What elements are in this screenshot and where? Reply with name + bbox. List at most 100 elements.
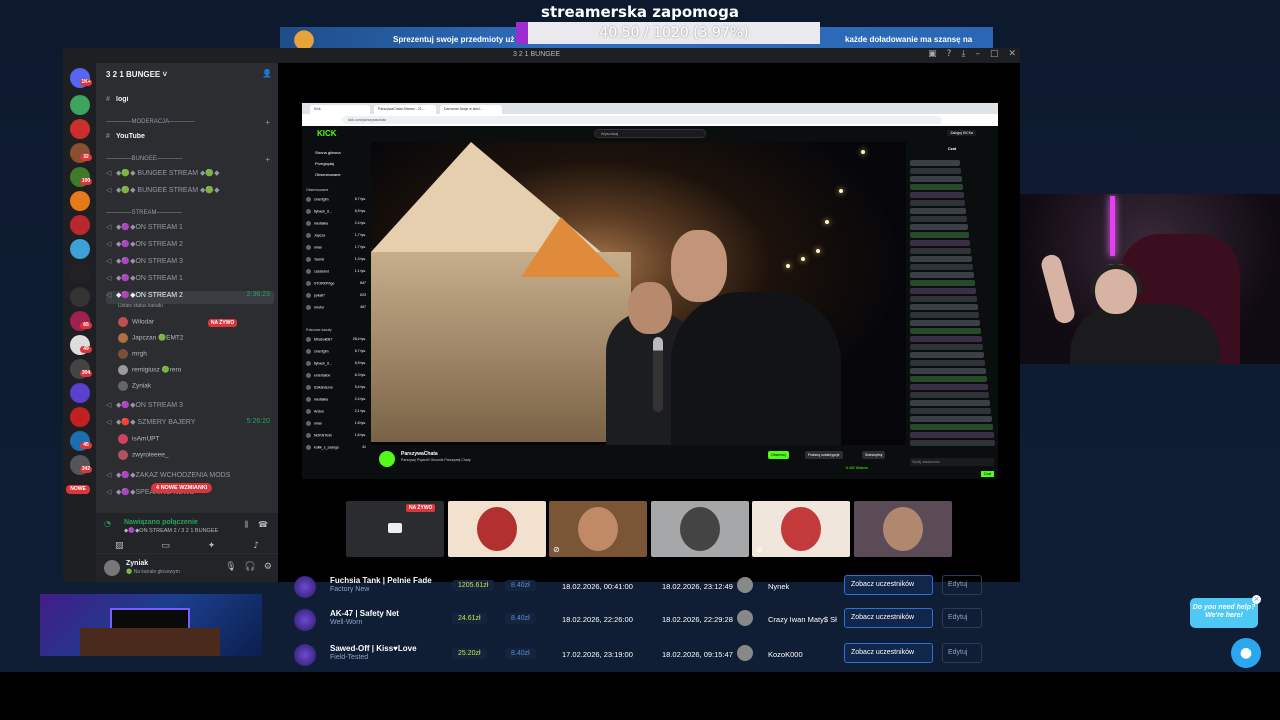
edit-button[interactable]: Edytuj	[942, 575, 982, 595]
server-icon[interactable]	[70, 215, 90, 235]
kick-channel-item[interactable]: NOKNTEM 1,6 tys.	[306, 433, 368, 441]
kick-channel-item[interactable]: Japcza 1,7 tys.	[306, 233, 368, 241]
camera-icon[interactable]: ▨	[115, 541, 124, 551]
kick-channel-item[interactable]: cassiebot 1,1 tys.	[306, 269, 368, 277]
close-icon[interactable]: ×	[1252, 595, 1261, 604]
voice-member[interactable]: Zyniak	[118, 381, 268, 394]
signal-icon[interactable]: ◔	[104, 519, 111, 528]
voice-member[interactable]: isAmUPT	[118, 434, 268, 447]
participant-tile[interactable]	[650, 501, 749, 557]
kick-channel-item[interactable]: flyback_d... 6,9 tys.	[306, 361, 368, 369]
help-bubble[interactable]: Do you need help? We're here!	[1190, 598, 1258, 628]
participant-tile[interactable]: ⊘	[752, 501, 850, 557]
category-bungee[interactable]: ──────BUNGEE────── +	[106, 155, 276, 167]
minimize-icon[interactable]: –	[975, 49, 980, 59]
url-field[interactable]: kick.com/parszywachata	[342, 116, 942, 124]
voice-channel[interactable]: ◁ ◆🟣◆ON STREAM 3	[106, 401, 274, 414]
user-name[interactable]: Zyniak	[126, 560, 148, 567]
category-stream[interactable]: ──────STREAM──────	[106, 210, 276, 221]
server-icon[interactable]	[70, 287, 90, 307]
view-participants-button[interactable]: Zobacz uczestników	[844, 575, 933, 595]
voice-channel[interactable]: ◁ ◆🟣◆ON STREAM 1	[106, 274, 274, 287]
server-icon[interactable]	[70, 191, 90, 211]
kick-follow-button[interactable]: Obserwuj	[768, 451, 789, 459]
noise-suppression-icon[interactable]: ⫼	[244, 520, 248, 530]
plus-icon[interactable]: +	[265, 155, 270, 164]
category-moderacja[interactable]: ──────MODERACJA────── +	[106, 118, 276, 130]
voice-member[interactable]: Wilodar NA ŻYWO	[118, 317, 268, 330]
kick-channel-item[interactable]: SzikanaLive 5,4 tys.	[306, 385, 368, 393]
voice-channel[interactable]: ◁ ◆🟢◆ BUNGEE STREAM ◆🟢◆	[106, 169, 274, 182]
participant-tile[interactable]	[447, 501, 546, 557]
kick-channel-item[interactable]: pykall7 623	[306, 293, 368, 301]
kick-search-input[interactable]: Wyszukaj	[594, 129, 706, 138]
kick-nav-home[interactable]: Strona główna	[315, 150, 341, 155]
voice-channel[interactable]: ◁ ◆🟢◆ BUNGEE STREAM ◆🟢◆	[106, 186, 274, 199]
close-icon[interactable]: ✕	[1008, 49, 1016, 59]
server-icon[interactable]	[70, 263, 90, 283]
voice-channel[interactable]: ◁ ◆🔴◆ SZMERY BAJERY 5:26:20	[106, 418, 274, 431]
voice-member[interactable]: Japczan 🟢EMT2	[118, 333, 268, 346]
kick-chat-input[interactable]: Wyślij wiadomość	[910, 458, 994, 466]
voice-member[interactable]: mrgh	[118, 349, 268, 362]
voice-channel[interactable]: ◁ ◆🟣◆ON STREAM 1	[106, 223, 274, 236]
voice-channel-path[interactable]: ◆🟣◆ON STREAM 2 / 3 2 1 BUNGEE	[124, 528, 218, 534]
voice-channel[interactable]: ◁ ◆🟣◆ON STREAM 3	[106, 257, 274, 270]
browser-tab[interactable]: ParszywaChata Stream - 21...	[374, 105, 436, 114]
channel-avatar[interactable]	[379, 451, 395, 467]
view-participants-button[interactable]: Zobacz uczestników	[844, 608, 933, 628]
channel-status[interactable]: Ustaw status kanału	[118, 303, 286, 316]
kick-channel-item[interactable]: ninar 1,8 tys.	[306, 421, 368, 429]
new-mentions-pill[interactable]: 4 NOWE WZMIANKI	[151, 483, 213, 493]
server-icon[interactable]	[70, 95, 90, 115]
participant-tile[interactable]	[853, 501, 952, 557]
kick-channel-item[interactable]: Mhabukb87 28,4 tys.	[306, 337, 368, 345]
chat-bubble-icon[interactable]: ●	[1231, 638, 1261, 668]
kick-login-button[interactable]: Zaloguj KICKa	[947, 130, 976, 136]
inbox-icon[interactable]: ▣	[928, 49, 937, 59]
voice-member[interactable]: remigiusz 🟢rero	[118, 365, 268, 378]
browser-tab[interactable]: Darmowe Akcje w sieci...	[440, 105, 502, 114]
new-badge[interactable]: NOWE	[66, 485, 90, 494]
kick-gift-button[interactable]: Podaruj subskrypcje	[805, 451, 843, 459]
kick-channel-item[interactable]: Andes 2,1 tys.	[306, 409, 368, 417]
help-icon[interactable]: ?	[947, 49, 952, 59]
view-participants-button[interactable]: Zobacz uczestników	[844, 643, 933, 663]
participant-tile[interactable]: NA ŻYWO	[346, 501, 444, 557]
edit-button[interactable]: Edytuj	[942, 643, 982, 663]
kick-channel-item[interactable]: mrofor 467	[306, 305, 368, 313]
kick-nav-browse[interactable]: Przeglądaj	[315, 161, 334, 166]
kick-channel-name[interactable]: ParszywaChata	[401, 451, 438, 457]
voice-member[interactable]: zwyroleeee_	[118, 450, 268, 463]
kick-nav-following[interactable]: Obserwowane	[315, 172, 341, 177]
add-member-icon[interactable]: 👤	[262, 69, 272, 78]
kick-logo[interactable]: KICK	[317, 129, 337, 138]
kick-channel-item[interactable]: ninar 1,7 tys.	[306, 245, 368, 253]
kick-channel-item[interactable]: STORKPrtgo 847	[306, 281, 368, 289]
kick-channel-item[interactable]: Taxmir 1,3 tys.	[306, 257, 368, 265]
participant-tile[interactable]: ⊘	[549, 501, 647, 557]
browser-tab[interactable]: Kick	[310, 105, 370, 114]
kick-channel-item[interactable]: koliik_s_zadego 41	[306, 445, 368, 453]
kick-video-player[interactable]	[371, 142, 906, 445]
kick-channel-item[interactable]: entertaiion 6,3 tys.	[306, 373, 368, 381]
server-icon[interactable]	[70, 383, 90, 403]
kick-channel-item[interactable]: flyback_d... 6,9 tys.	[306, 209, 368, 217]
voice-connected-label[interactable]: Nawiązano połączenie	[124, 519, 198, 526]
gear-icon[interactable]: ⚙	[264, 562, 272, 572]
voice-channel[interactable]: ◁ ◆🟣◆ON STREAM 2	[106, 240, 274, 253]
kick-channel-item[interactable]: smerfgtm 6,7 tys.	[306, 349, 368, 357]
soundboard-icon[interactable]: ♪	[253, 541, 259, 551]
kick-channel-item[interactable]: mediakia 2,4 tys.	[306, 397, 368, 405]
activities-icon[interactable]: ✦	[208, 541, 216, 551]
edit-button[interactable]: Edytuj	[942, 608, 982, 628]
download-icon[interactable]: ⤓	[961, 49, 965, 59]
kick-chat-send-button[interactable]: Czat	[980, 471, 994, 477]
channel-youtube[interactable]: # YouTube	[106, 133, 274, 146]
kick-sub-button[interactable]: Subskrybuj	[862, 451, 886, 459]
server-icon[interactable]	[70, 239, 90, 259]
maximize-icon[interactable]: □	[990, 49, 999, 59]
plus-icon[interactable]: +	[265, 118, 270, 127]
headphones-icon[interactable]: 🎧	[245, 562, 256, 572]
server-icon[interactable]	[70, 119, 90, 139]
